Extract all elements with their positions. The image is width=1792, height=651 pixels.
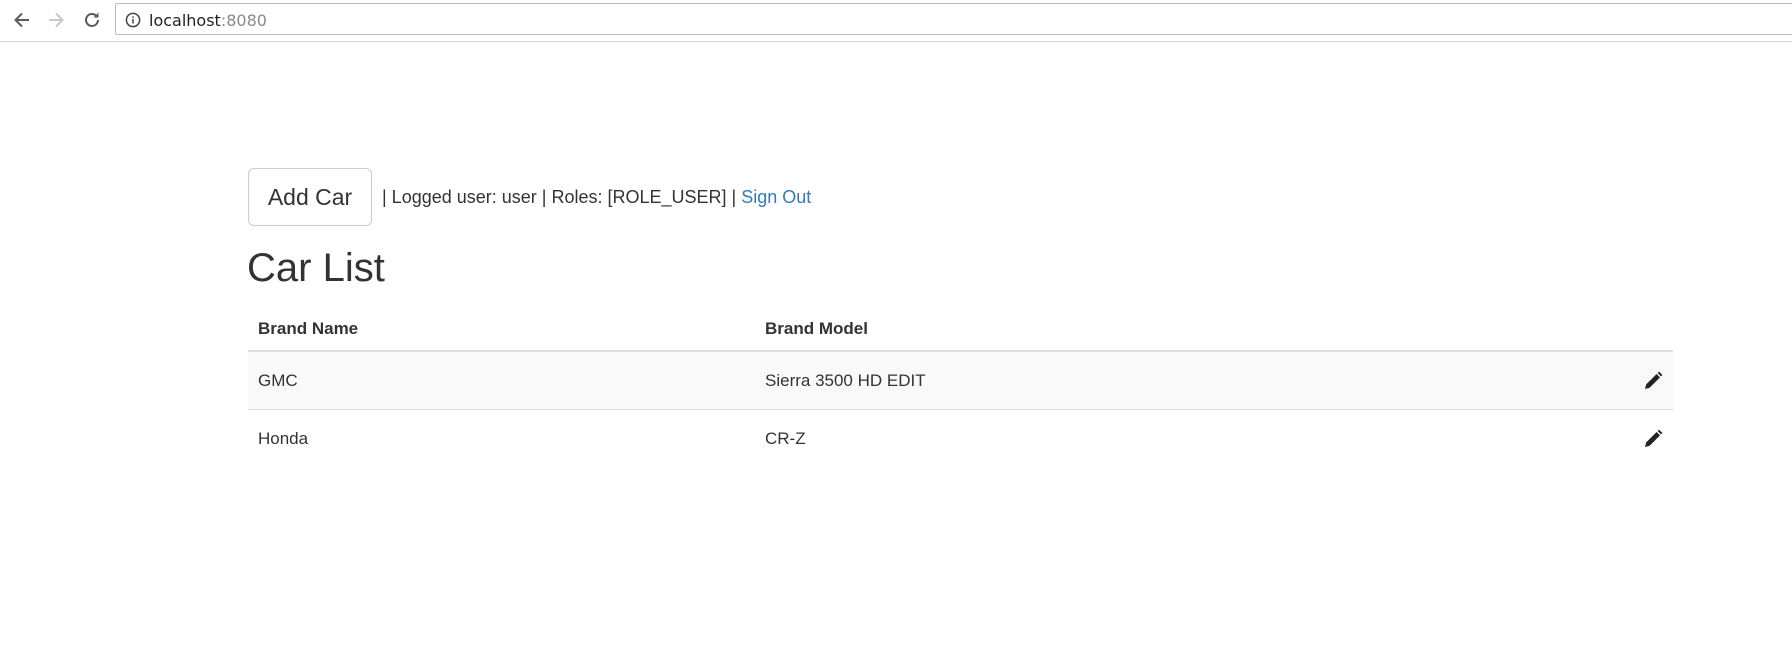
column-header-brand-model: Brand Model [755,308,1613,352]
user-info-text: | Logged user: user | Roles: [ROLE_USER]… [377,186,742,207]
arrow-left-icon [14,12,29,28]
url-text[interactable]: localhost:8080 [149,11,267,30]
cell-brand-model: CR-Z [755,409,1613,467]
cell-brand-name: GMC [248,350,755,410]
reload-button[interactable] [79,7,105,33]
back-button[interactable] [9,7,35,33]
browser-toolbar: localhost:8080 [0,0,1792,42]
cell-brand-model: Sierra 3500 HD EDIT [755,350,1613,410]
info-icon[interactable] [125,12,141,33]
table-row: Honda CR-Z [248,409,1673,467]
column-header-actions [1613,308,1673,352]
add-car-button[interactable]: Add Car [248,168,372,226]
edit-button[interactable] [1643,371,1663,391]
table-header-row: Brand Name Brand Model [248,308,1673,352]
pencil-icon [1645,429,1663,447]
arrow-right-icon [49,12,64,28]
column-header-brand-name: Brand Name [248,308,755,352]
car-table: Brand Name Brand Model GMC Sierra 3500 H… [248,308,1673,467]
cell-actions [1613,350,1673,410]
pencil-icon [1645,371,1663,389]
address-bar[interactable]: localhost:8080 [115,3,1792,35]
page-toolbar: Add Car | Logged user: user | Roles: [RO… [248,168,811,226]
page-title: Car List [247,246,385,290]
sign-out-link[interactable]: Sign Out [741,187,811,208]
cell-brand-name: Honda [248,409,755,467]
url-port: :8080 [220,11,267,30]
edit-button[interactable] [1643,429,1663,449]
url-host: localhost [149,11,221,30]
cell-actions [1613,409,1673,467]
forward-button[interactable] [43,7,69,33]
reload-icon [85,12,99,27]
table-row: GMC Sierra 3500 HD EDIT [248,350,1673,410]
